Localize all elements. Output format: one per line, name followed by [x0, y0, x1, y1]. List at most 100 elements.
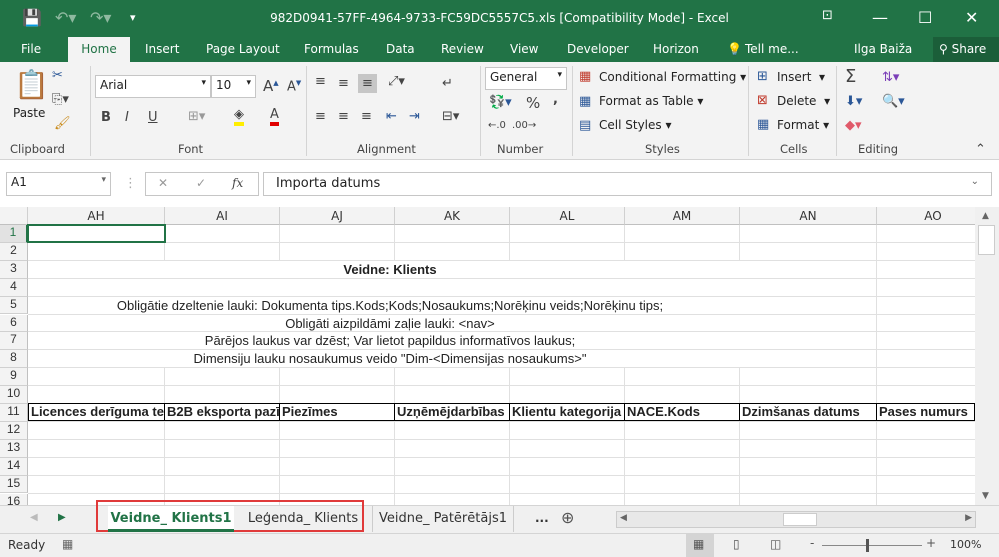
- orientation-icon[interactable]: ⤢▾: [388, 74, 405, 89]
- column-title-cell[interactable]: Piezīmes: [280, 403, 395, 421]
- format-cells-button[interactable]: Format ▾: [777, 118, 829, 132]
- sheet-tab-veidne-paterētajs1[interactable]: Veidne_ Patērētājs1: [372, 506, 514, 532]
- macro-record-icon[interactable]: ▦: [62, 537, 73, 551]
- scroll-right-icon[interactable]: ▶: [965, 513, 972, 523]
- normal-view-icon[interactable]: ▦: [693, 537, 704, 551]
- font-size-select[interactable]: 10 ▾: [211, 75, 256, 98]
- scroll-thumb[interactable]: [978, 225, 995, 255]
- column-header[interactable]: AM: [625, 207, 740, 225]
- enter-icon[interactable]: ✓: [196, 176, 206, 190]
- decrease-indent-icon[interactable]: ⇤: [386, 109, 397, 124]
- tab-horizon[interactable]: Horizon: [653, 42, 699, 56]
- borders-icon[interactable]: ⊞▾: [188, 109, 205, 124]
- tab-formulas[interactable]: Formulas: [304, 42, 359, 56]
- align-center-icon[interactable]: ≡: [338, 109, 349, 124]
- paste-button[interactable]: Paste: [13, 106, 45, 120]
- fill-color-icon[interactable]: ◈: [234, 107, 244, 126]
- font-color-icon[interactable]: A: [270, 107, 279, 126]
- merge-center-icon[interactable]: ⊟▾: [442, 109, 459, 124]
- row-header[interactable]: 14: [0, 457, 28, 476]
- insert-cells-button[interactable]: Insert ▾: [777, 70, 825, 84]
- find-select-icon[interactable]: 🔍▾: [882, 94, 905, 109]
- ribbon-display-icon[interactable]: ⊡: [822, 8, 833, 23]
- column-header[interactable]: AK: [395, 207, 510, 225]
- number-format-select[interactable]: General ▾: [485, 67, 567, 90]
- tab-review[interactable]: Review: [441, 42, 484, 56]
- comma-button[interactable]: ,: [553, 92, 558, 107]
- column-title-cell[interactable]: B2B eksporta pazīme: [165, 403, 280, 421]
- zoom-in-button[interactable]: +: [926, 536, 936, 550]
- page-break-view-icon[interactable]: ◫: [770, 537, 781, 551]
- decrease-font-icon[interactable]: A▼: [287, 79, 301, 94]
- column-header[interactable]: AO: [877, 207, 975, 225]
- align-left-icon[interactable]: ≡: [315, 109, 326, 124]
- tab-insert[interactable]: Insert: [145, 42, 179, 56]
- font-name-select[interactable]: Arial ▾: [95, 75, 211, 98]
- user-name[interactable]: Ilga Baiža: [854, 42, 912, 56]
- increase-decimal-icon[interactable]: ←.0: [488, 120, 506, 131]
- more-sheets-button[interactable]: ...: [535, 511, 549, 525]
- minimize-icon[interactable]: —: [872, 8, 888, 27]
- delete-cells-button[interactable]: Delete ▾: [777, 94, 830, 108]
- prev-sheet-icon[interactable]: ◀: [30, 512, 38, 523]
- row-header[interactable]: 1: [0, 225, 28, 243]
- zoom-slider-thumb[interactable]: [866, 539, 869, 552]
- row-header[interactable]: 9: [0, 368, 28, 387]
- scroll-left-icon[interactable]: ◀: [620, 513, 627, 523]
- formula-input[interactable]: Importa datums ⌄: [263, 172, 992, 196]
- cut-icon[interactable]: ✂: [52, 68, 63, 83]
- column-title-cell[interactable]: Klientu kategorija: [510, 403, 625, 421]
- align-top-icon[interactable]: ≡: [315, 74, 326, 89]
- tab-developer[interactable]: Developer: [567, 42, 629, 56]
- column-header[interactable]: AL: [510, 207, 625, 225]
- insert-function-button[interactable]: fx: [232, 176, 243, 190]
- zoom-slider[interactable]: [822, 545, 922, 546]
- horizontal-scrollbar[interactable]: ◀ ▶: [616, 511, 976, 528]
- increase-indent-icon[interactable]: ⇥: [409, 109, 420, 124]
- conditional-formatting-button[interactable]: Conditional Formatting ▾: [599, 70, 746, 84]
- next-sheet-icon[interactable]: ▶: [58, 512, 66, 523]
- cell-styles-button[interactable]: Cell Styles ▾: [599, 118, 671, 132]
- column-header[interactable]: AN: [740, 207, 877, 225]
- page-layout-view-icon[interactable]: ▯: [733, 537, 740, 551]
- close-icon[interactable]: ✕: [965, 8, 978, 27]
- autosum-button[interactable]: Σ: [845, 66, 856, 87]
- row-header[interactable]: 2: [0, 242, 28, 261]
- row-header[interactable]: 4: [0, 278, 28, 297]
- paste-icon[interactable]: 📋: [14, 68, 49, 101]
- accounting-format-icon[interactable]: 💱▾: [489, 95, 512, 110]
- tab-view[interactable]: View: [510, 42, 538, 56]
- align-bottom-icon[interactable]: ≡: [358, 74, 377, 93]
- row-header[interactable]: 13: [0, 439, 28, 458]
- tab-file[interactable]: File: [21, 42, 41, 56]
- column-title-cell[interactable]: Licences derīguma termiņš: [28, 403, 165, 421]
- tab-page-layout[interactable]: Page Layout: [206, 42, 280, 56]
- row-header[interactable]: 16: [0, 493, 28, 505]
- column-title-cell[interactable]: Dzimšanas datums: [740, 403, 877, 421]
- align-right-icon[interactable]: ≡: [361, 109, 372, 124]
- format-painter-icon[interactable]: 🖌: [54, 116, 71, 131]
- row-header[interactable]: 15: [0, 475, 28, 494]
- copy-icon[interactable]: ⎘▾: [52, 92, 69, 107]
- align-middle-icon[interactable]: ≡: [338, 76, 349, 91]
- row-header[interactable]: 11: [0, 404, 28, 422]
- bold-button[interactable]: B: [101, 110, 111, 125]
- share-button[interactable]: ⚲ Share: [933, 37, 999, 62]
- sort-filter-icon[interactable]: ⇅▾: [882, 70, 899, 85]
- new-sheet-icon[interactable]: ⊕: [561, 508, 574, 527]
- column-header[interactable]: AH: [28, 207, 165, 225]
- cancel-icon[interactable]: ✕: [158, 176, 168, 190]
- percent-button[interactable]: %: [526, 94, 540, 112]
- h-scroll-thumb[interactable]: [783, 513, 817, 526]
- column-header[interactable]: AJ: [280, 207, 395, 225]
- zoom-level[interactable]: 100%: [950, 538, 981, 551]
- select-all-corner[interactable]: [0, 207, 28, 225]
- row-header[interactable]: 5: [0, 296, 28, 315]
- vertical-scrollbar[interactable]: ▲ ▼: [975, 207, 999, 505]
- column-title-cell[interactable]: Pases numurs: [877, 403, 975, 421]
- clear-icon[interactable]: ◆▾: [845, 118, 862, 133]
- scroll-up-icon[interactable]: ▲: [982, 211, 989, 221]
- decrease-decimal-icon[interactable]: .00→: [512, 120, 536, 131]
- sheet-tab-veidne-klients1[interactable]: Veidne_ Klients1: [108, 506, 234, 532]
- tab-home[interactable]: Home: [68, 37, 130, 62]
